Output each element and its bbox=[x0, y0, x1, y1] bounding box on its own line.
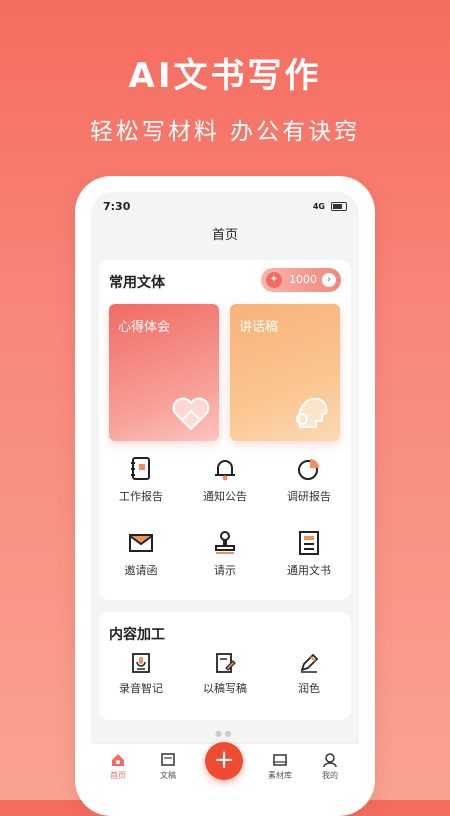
library-icon bbox=[273, 754, 287, 766]
grid-item-notice[interactable]: 通知公告 bbox=[183, 456, 267, 516]
grid-item-label: 邀请函 bbox=[124, 564, 158, 577]
tab-label: 文稿 bbox=[160, 771, 176, 780]
grid-item-label: 通知公告 bbox=[203, 490, 247, 503]
tool-label: 润色 bbox=[298, 682, 320, 695]
promo-subtitle: 轻松写材料 办公有诀窍 bbox=[89, 119, 361, 145]
tab-library[interactable]: 素材库 bbox=[255, 752, 305, 781]
common-templates-card: 常用文体 ✦ 1000 › 心得体会 讲话稿 工作报告 通知公告 调研报告 邀请… bbox=[99, 260, 351, 600]
signal-icon: 4G bbox=[312, 202, 325, 211]
tab-label: 首页 bbox=[110, 771, 126, 780]
feature-card-experience[interactable]: 心得体会 bbox=[109, 304, 219, 441]
page-indicator: ● ● bbox=[215, 729, 232, 738]
tool-label: 录音智记 bbox=[119, 682, 163, 695]
feature-card-speech[interactable]: 讲话稿 bbox=[230, 304, 340, 441]
points-value: 1000 bbox=[289, 273, 317, 286]
tab-profile[interactable]: 我的 bbox=[305, 752, 355, 781]
tool-label: 以稿写稿 bbox=[203, 682, 247, 695]
flame-icon: ✦ bbox=[266, 272, 282, 288]
feature-label: 讲话稿 bbox=[239, 320, 279, 335]
status-bar: 7:30 4G bbox=[91, 192, 359, 218]
envelope-icon bbox=[129, 534, 153, 552]
content-processing-title: 内容加工 bbox=[109, 627, 165, 643]
common-templates-title: 常用文体 bbox=[109, 275, 165, 291]
tab-label: 我的 bbox=[322, 771, 338, 780]
notebook-icon bbox=[131, 457, 150, 480]
stamp-icon bbox=[215, 531, 235, 554]
tab-manuscript[interactable]: 文稿 bbox=[143, 752, 193, 781]
promo-title: AI文书写作 bbox=[128, 56, 322, 96]
grid-item-label: 调研报告 bbox=[287, 490, 331, 503]
page-title: 首页 bbox=[211, 228, 238, 243]
points-badge[interactable]: ✦ 1000 › bbox=[261, 268, 341, 292]
bell-icon bbox=[215, 460, 235, 481]
bottom-tab-bar: 首页 文稿 + 素材库 我的 bbox=[91, 742, 359, 800]
create-button[interactable]: + bbox=[205, 742, 243, 780]
tab-home[interactable]: 首页 bbox=[93, 752, 143, 781]
grid-item-work-report[interactable]: 工作报告 bbox=[99, 456, 183, 516]
grid-item-general-doc[interactable]: 通用文书 bbox=[267, 530, 351, 590]
tool-voice-note[interactable]: 录音智记 bbox=[99, 652, 183, 702]
tool-polish[interactable]: 润色 bbox=[267, 652, 351, 702]
grid-item-research-report[interactable]: 调研报告 bbox=[267, 456, 351, 516]
content-processing-card: 内容加工 录音智记 以稿写稿 润色 bbox=[99, 612, 351, 720]
feature-label: 心得体会 bbox=[118, 320, 171, 335]
grid-item-request[interactable]: 请示 bbox=[183, 530, 267, 590]
battery-icon bbox=[331, 202, 347, 211]
profile-icon bbox=[323, 753, 337, 768]
home-icon bbox=[112, 754, 124, 766]
manuscript-icon bbox=[161, 753, 175, 766]
edit-doc-icon bbox=[216, 653, 236, 673]
grid-item-label: 通用文书 bbox=[287, 564, 331, 577]
tab-label: 素材库 bbox=[268, 771, 292, 780]
speaker-head-icon bbox=[296, 397, 328, 428]
heart-icon bbox=[172, 397, 210, 431]
grid-item-label: 请示 bbox=[214, 564, 236, 577]
chevron-right-icon: › bbox=[322, 273, 336, 287]
status-time: 7:30 bbox=[103, 200, 131, 213]
tool-draft-from-draft[interactable]: 以稿写稿 bbox=[183, 652, 267, 702]
app-screen: 7:30 4G 首页 常用文体 ✦ 1000 › 心得体会 讲话稿 工作报告 通… bbox=[91, 192, 359, 800]
grid-item-invitation[interactable]: 邀请函 bbox=[99, 530, 183, 590]
grid-item-label: 工作报告 bbox=[119, 490, 163, 503]
document-icon bbox=[299, 531, 319, 555]
pen-icon bbox=[300, 653, 319, 673]
voice-note-icon bbox=[132, 653, 150, 673]
pie-chart-icon bbox=[298, 459, 319, 480]
phone-frame: 7:30 4G 首页 常用文体 ✦ 1000 › 心得体会 讲话稿 工作报告 通… bbox=[75, 176, 375, 816]
plus-icon: + bbox=[213, 745, 235, 775]
